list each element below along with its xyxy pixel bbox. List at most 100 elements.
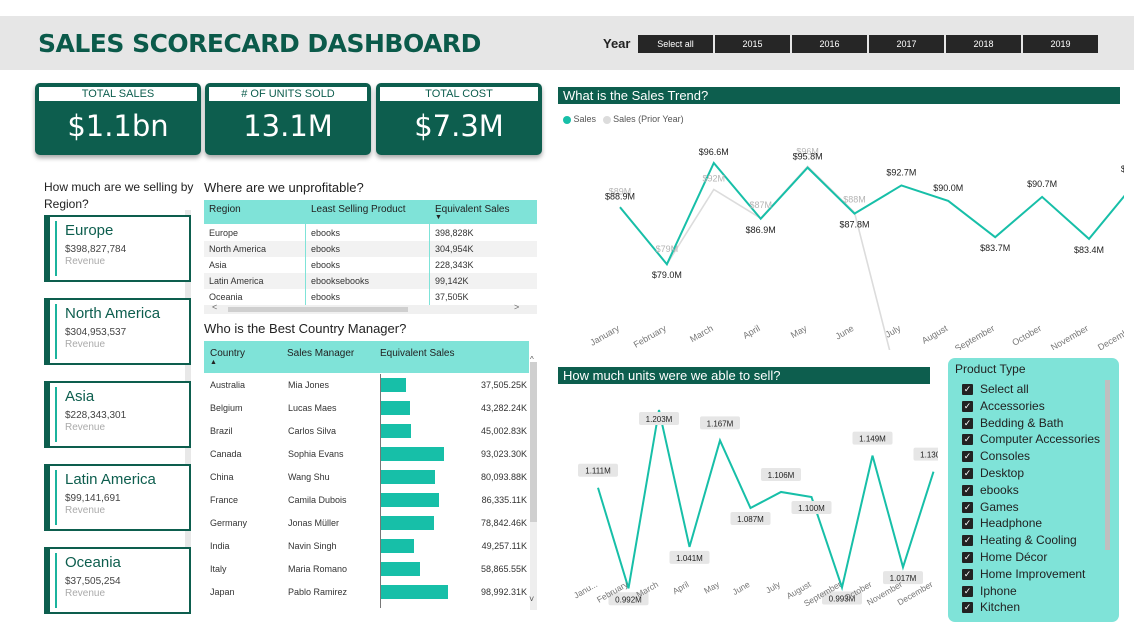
table-row[interactable]: Oceania ebooks 37,505K: [204, 289, 537, 305]
cell-country: Germany: [210, 518, 248, 528]
scroll-up-icon[interactable]: ^: [530, 355, 534, 364]
sales-data-label: $83.7M: [980, 243, 1010, 253]
cell-manager: Pablo Ramirez: [288, 587, 348, 597]
horizontal-scrollbar[interactable]: < >: [204, 302, 537, 314]
cell-country: Brazil: [210, 426, 233, 436]
region-card-europe[interactable]: Europe $398,827,784 Revenue: [44, 215, 191, 282]
table-row[interactable]: Europe ebooks 398,828K: [204, 225, 537, 241]
table-row[interactable]: Asia ebooks 228,343K: [204, 257, 537, 273]
manager-scroll-thumb[interactable]: [530, 362, 537, 522]
column-header-least-product[interactable]: Least Selling Product: [311, 204, 406, 215]
cell-sales: 37,505K: [435, 292, 469, 302]
kpi-label: TOTAL COST: [380, 87, 538, 101]
column-header-country[interactable]: Country: [210, 348, 245, 359]
checkbox-checked-icon[interactable]: ✓: [962, 518, 973, 530]
cell-region: Oceania: [209, 292, 243, 302]
dashboard-title: SALES SCORECARD DASHBOARD: [38, 29, 481, 58]
cell-sales: 58,865.55K: [480, 564, 527, 574]
region-value: $99,141,691: [65, 493, 121, 504]
column-divider: [305, 224, 306, 305]
checkbox-checked-icon[interactable]: ✓: [962, 400, 973, 412]
table-row[interactable]: Japan Pablo Ramirez 98,992.31K: [204, 581, 529, 604]
region-name: North America: [65, 305, 161, 322]
table-row[interactable]: India Navin Singh 49,257.11K: [204, 535, 529, 558]
checkbox-checked-icon[interactable]: ✓: [962, 568, 973, 580]
table-row[interactable]: Germany Jonas Müller 78,842.46K: [204, 512, 529, 535]
table-row[interactable]: Australia Mia Jones 37,505.25K: [204, 374, 529, 397]
table-row[interactable]: Latin America ebooksebooks 99,142K: [204, 273, 537, 289]
sort-desc-icon[interactable]: ▼: [435, 214, 442, 221]
cell-product: ebooks: [311, 228, 341, 238]
sales-data-label: $95.8M: [793, 152, 823, 162]
year-2017-button[interactable]: 2017: [869, 35, 944, 53]
region-card-oceania[interactable]: Oceania $37,505,254 Revenue: [44, 547, 191, 614]
sales-bar: [380, 424, 411, 438]
cell-manager: Navin Singh: [288, 541, 337, 551]
units-data-label: 1.106M: [768, 471, 795, 480]
cell-manager: Sophia Evans: [288, 449, 344, 459]
product-type-scrollbar[interactable]: [1105, 380, 1110, 550]
checkbox-checked-icon[interactable]: ✓: [962, 451, 973, 463]
table-row[interactable]: China Wang Shu 80,093.88K: [204, 466, 529, 489]
checkbox-checked-icon[interactable]: ✓: [962, 417, 973, 429]
table-row[interactable]: France Camila Dubois 86,335.11K: [204, 489, 529, 512]
region-card-north-america[interactable]: North America $304,953,537 Revenue: [44, 298, 191, 365]
checkbox-checked-icon[interactable]: ✓: [962, 535, 973, 547]
cell-sales: 43,282.24K: [480, 403, 527, 413]
scroll-left-icon[interactable]: <: [212, 302, 217, 312]
table-row[interactable]: Canada Sophia Evans 93,023.30K: [204, 443, 529, 466]
checkbox-checked-icon[interactable]: ✓: [962, 484, 973, 496]
sales-trend-chart: $89M$79M$92M$87M$96M$88M$56M$54M$50M$55M…: [588, 146, 1124, 350]
checkbox-checked-icon[interactable]: ✓: [962, 468, 973, 479]
year-2018-button[interactable]: 2018: [946, 35, 1021, 53]
checkbox-checked-icon[interactable]: ✓: [962, 585, 973, 597]
column-header-equivalent-sales[interactable]: Equivalent Sales: [435, 204, 510, 215]
column-header-manager[interactable]: Sales Manager: [287, 348, 354, 359]
cell-country: Japan: [210, 587, 235, 597]
checkbox-checked-icon[interactable]: ✓: [962, 602, 973, 614]
unprofitable-title: Where are we unprofitable?: [204, 180, 364, 195]
table-row[interactable]: Belgium Lucas Maes 43,282.24K: [204, 397, 529, 420]
sales-data-label: $90.0M: [933, 183, 963, 193]
sales-bar: [380, 447, 444, 461]
year-2016-button[interactable]: 2016: [792, 35, 867, 53]
region-card-asia[interactable]: Asia $228,343,301 Revenue: [44, 381, 191, 448]
region-card-latin-america[interactable]: Latin America $99,141,691 Revenue: [44, 464, 191, 531]
kpi-value: $7.3M: [414, 109, 504, 143]
sales-bar: [380, 585, 448, 599]
region-value: $37,505,254: [65, 576, 121, 587]
sort-asc-icon[interactable]: ▲: [210, 359, 217, 366]
manager-table-header: Country ▲ Sales Manager Equivalent Sales: [204, 341, 529, 373]
year-2015-button[interactable]: 2015: [715, 35, 790, 53]
scroll-down-icon[interactable]: ˅: [529, 594, 534, 604]
sales-data-label: $93.3M: [1121, 164, 1124, 174]
cell-sales: 98,992.31K: [480, 587, 527, 597]
table-row[interactable]: North America ebooks 304,954K: [204, 241, 537, 257]
x-tick-label: May: [702, 579, 722, 596]
product-type-label: ebooks: [980, 482, 1019, 497]
cell-sales: 37,505.25K: [480, 380, 527, 390]
cell-country: India: [210, 541, 230, 551]
cell-sales: 228,343K: [435, 260, 474, 270]
sales-bar: [380, 401, 410, 415]
scroll-thumb[interactable]: [228, 307, 408, 312]
year-2019-button[interactable]: 2019: [1023, 35, 1098, 53]
checkbox-checked-icon[interactable]: ✓: [962, 384, 973, 395]
x-tick-label: January: [588, 323, 621, 348]
units-data-label: 1.111M: [585, 467, 611, 476]
region-name: Latin America: [65, 471, 156, 488]
x-tick-label: February: [632, 323, 669, 350]
scroll-right-icon[interactable]: >: [514, 302, 519, 312]
sales-data-label: $90.7M: [1027, 179, 1057, 189]
year-select-all-button[interactable]: Select all: [638, 35, 713, 53]
cell-sales: 86,335.11K: [481, 495, 527, 505]
table-row[interactable]: Brazil Carlos Silva 45,002.83K: [204, 420, 529, 443]
x-tick-label: March: [688, 323, 715, 344]
region-sublabel: Revenue: [65, 339, 106, 350]
column-header-sales[interactable]: Equivalent Sales: [380, 348, 455, 359]
table-row[interactable]: Italy Maria Romano 58,865.55K: [204, 558, 529, 581]
column-header-region[interactable]: Region: [209, 204, 241, 215]
checkbox-checked-icon[interactable]: ✓: [962, 552, 973, 563]
checkbox-checked-icon[interactable]: ✓: [962, 501, 973, 513]
checkbox-checked-icon[interactable]: ✓: [962, 434, 973, 446]
